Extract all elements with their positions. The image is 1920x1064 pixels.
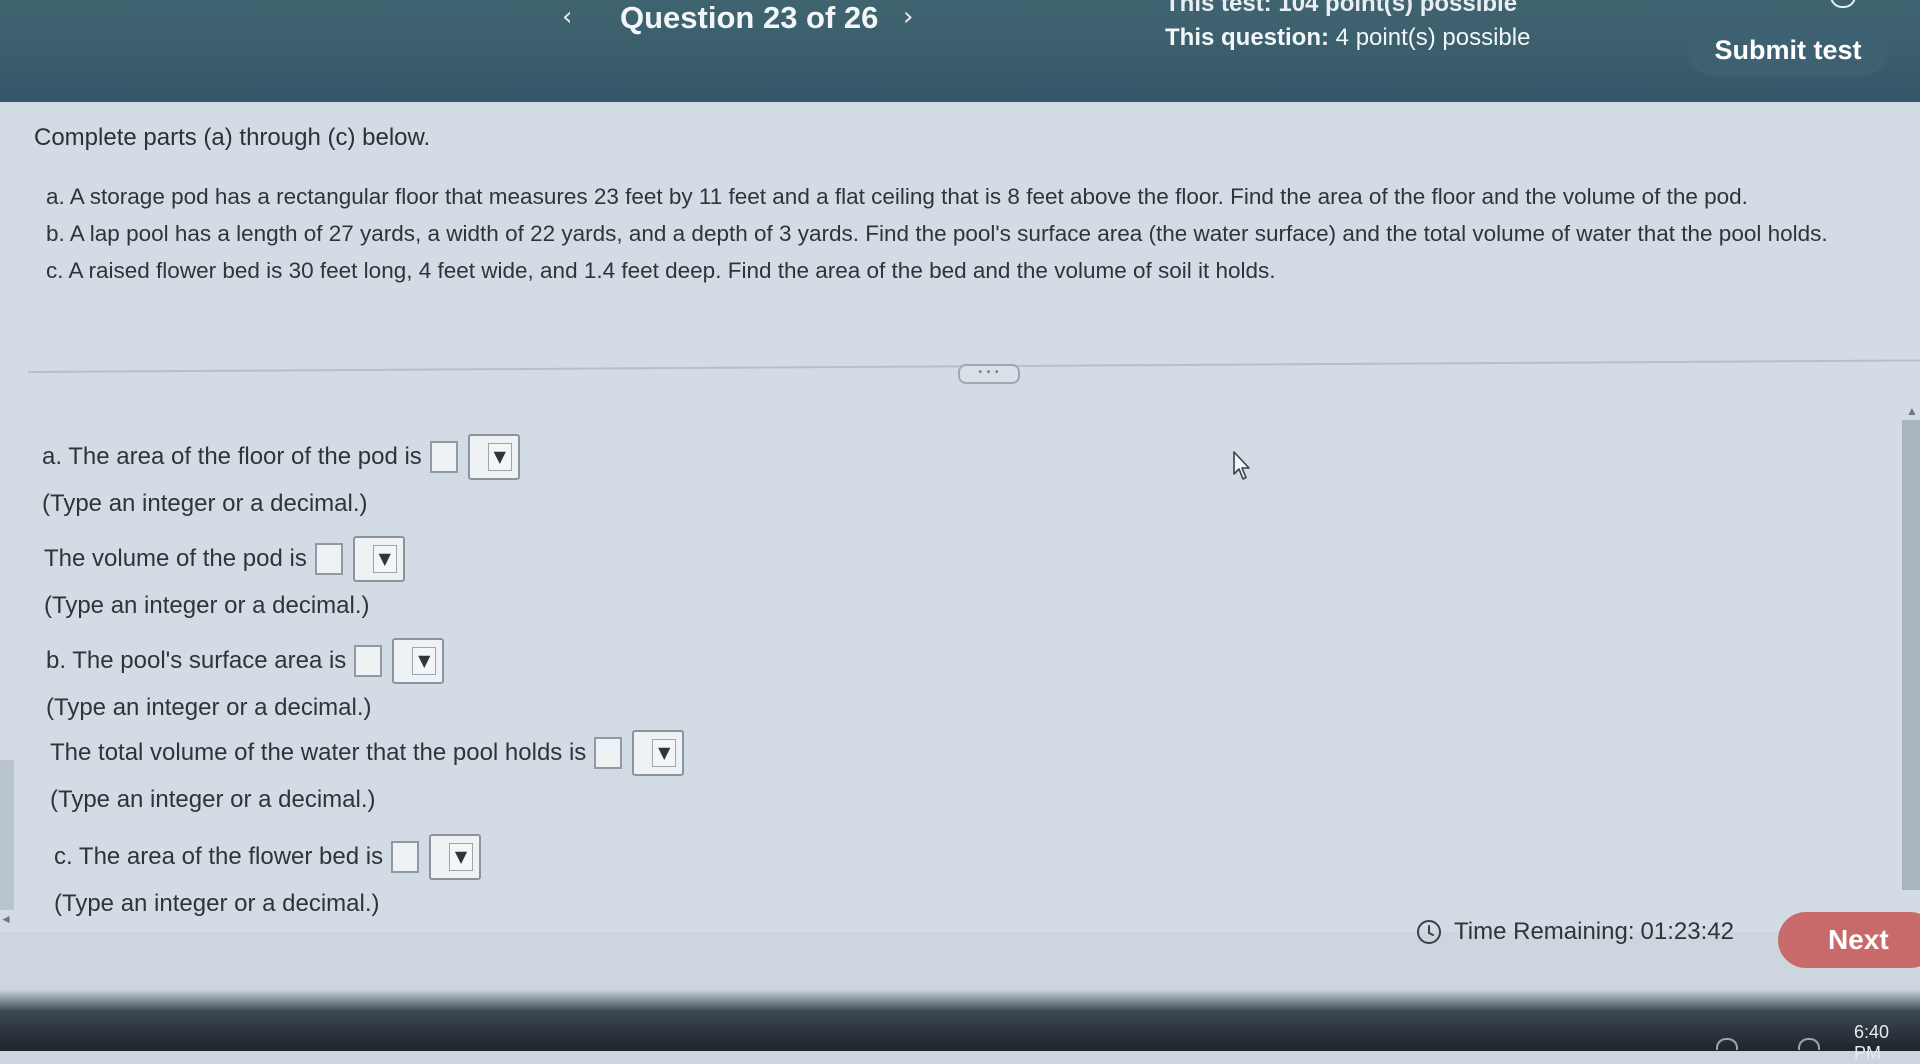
- header-bar: ‹ Question 23 of 26 › This test: 104 poi…: [0, 0, 1920, 102]
- answer-prompt: b. The pool's surface area is: [46, 647, 347, 674]
- clock-icon: [1417, 920, 1441, 944]
- time-remaining: Time Remaining: 01:23:42: [1416, 918, 1734, 946]
- answer-hint: (Type an integer or a decimal.): [42, 490, 368, 517]
- answer-hint: (Type an integer or a decimal.): [50, 786, 376, 813]
- taskbar: [0, 990, 1920, 1051]
- problem-part-b: b. A lap pool has a length of 27 yards, …: [46, 221, 1828, 246]
- answer-a-area: a. The area of the floor of the pod is ▼…: [42, 434, 520, 518]
- problem-statement: a. A storage pod has a rectangular floor…: [46, 178, 1828, 289]
- answer-a-volume: The volume of the pod is ▼ (Type an inte…: [44, 536, 405, 620]
- scrollbar[interactable]: [1902, 420, 1920, 890]
- answer-prompt: The total volume of the water that the p…: [50, 739, 587, 766]
- chevron-down-icon: ▼: [487, 443, 512, 471]
- taskbar-clock[interactable]: 6:40 PM: [1854, 1022, 1920, 1064]
- test-points: This test: 104 point(s) possible: [1165, 0, 1518, 17]
- answer-input[interactable]: [391, 841, 420, 873]
- problem-part-c: c. A raised flower bed is 30 feet long, …: [46, 258, 1276, 283]
- chevron-down-icon: ▼: [449, 843, 474, 871]
- answer-hint: (Type an integer or a decimal.): [46, 694, 372, 721]
- problem-part-a: a. A storage pod has a rectangular floor…: [46, 184, 1748, 209]
- answer-b-area: b. The pool's surface area is ▼ (Type an…: [46, 638, 445, 722]
- volume-icon[interactable]: [1798, 1038, 1820, 1050]
- scroll-left-icon[interactable]: ◄: [0, 912, 12, 926]
- problem-intro: Complete parts (a) through (c) below.: [34, 124, 431, 151]
- answer-input[interactable]: [429, 441, 458, 473]
- chevron-down-icon: ▼: [652, 739, 677, 767]
- answer-b-volume: The total volume of the water that the p…: [50, 730, 685, 814]
- question-points: This question: 4 point(s) possible: [1165, 24, 1530, 52]
- answer-c-area: c. The area of the flower bed is ▼ (Type…: [54, 834, 482, 918]
- unit-dropdown[interactable]: ▼: [632, 730, 685, 776]
- previous-question-button[interactable]: ‹: [562, 2, 572, 32]
- question-points-label: This question:: [1165, 24, 1329, 51]
- expand-button[interactable]: • • •: [958, 364, 1020, 384]
- answer-input[interactable]: [354, 645, 383, 677]
- unit-dropdown[interactable]: ▼: [352, 536, 405, 582]
- answer-input[interactable]: [594, 737, 623, 769]
- answer-input[interactable]: [314, 543, 343, 575]
- answer-prompt: a. The area of the floor of the pod is: [42, 443, 422, 470]
- time-remaining-label: Time Remaining:: [1454, 918, 1635, 945]
- time-remaining-value: 01:23:42: [1640, 918, 1734, 945]
- help-icon[interactable]: [1830, 0, 1856, 8]
- wifi-icon[interactable]: [1716, 1038, 1738, 1050]
- mouse-cursor-icon: [1233, 451, 1250, 480]
- answer-prompt: The volume of the pod is: [44, 545, 307, 572]
- next-question-button[interactable]: ›: [903, 2, 913, 32]
- unit-dropdown[interactable]: ▼: [467, 434, 520, 480]
- next-button[interactable]: Next: [1778, 912, 1920, 968]
- question-points-value: 4 point(s) possible: [1335, 24, 1531, 51]
- chevron-down-icon: ▼: [412, 647, 437, 675]
- left-scrollbar[interactable]: [0, 760, 14, 910]
- chevron-down-icon: ▼: [372, 545, 397, 573]
- unit-dropdown[interactable]: ▼: [429, 834, 482, 880]
- answer-hint: (Type an integer or a decimal.): [44, 592, 370, 619]
- submit-test-button[interactable]: Submit test: [1688, 24, 1888, 76]
- answer-prompt: c. The area of the flower bed is: [54, 843, 384, 870]
- question-title: Question 23 of 26: [620, 0, 879, 35]
- scroll-up-icon[interactable]: ▲: [1906, 404, 1918, 418]
- unit-dropdown[interactable]: ▼: [392, 638, 445, 684]
- answer-hint: (Type an integer or a decimal.): [54, 890, 380, 917]
